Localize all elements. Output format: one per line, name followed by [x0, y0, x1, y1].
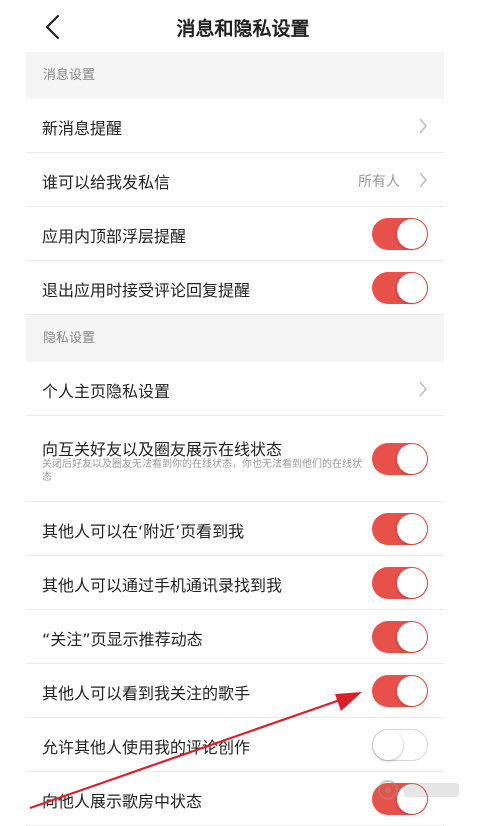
settings-list: 消息设置 新消息提醒 谁可以给我发私信 所有人 应用内顶部浮层提醒 退出应用时接…	[26, 52, 444, 826]
setting-profile-privacy[interactable]: 个人主页隐私设置	[26, 362, 444, 416]
toggle-knob	[397, 676, 427, 706]
setting-label: 应用内顶部浮层提醒	[42, 227, 187, 246]
toggle-switch[interactable]	[372, 513, 428, 545]
toggle-knob	[397, 219, 427, 249]
toggle-switch[interactable]	[372, 567, 428, 599]
section-header-privacy: 隐私设置	[26, 315, 444, 362]
setting-label: 其他人可以通过手机通讯录找到我	[42, 576, 283, 595]
toggle-knob	[373, 730, 403, 760]
setting-label: 个人主页隐私设置	[42, 382, 171, 401]
toggle-knob	[397, 273, 427, 303]
setting-label: 新消息提醒	[42, 119, 123, 138]
setting-label: 退出应用时接受评论回复提醒	[42, 281, 251, 300]
setting-private-message-permission[interactable]: 谁可以给我发私信 所有人	[26, 153, 444, 207]
section-header-messages: 消息设置	[26, 52, 444, 99]
toggle-switch[interactable]	[372, 218, 428, 250]
toggle-switch[interactable]	[372, 729, 428, 761]
setting-allow-comment-reuse: 允许其他人使用我的评论创作	[26, 718, 444, 772]
setting-show-followed-artists: 其他人可以看到我关注的歌手	[26, 664, 444, 718]
chevron-right-icon	[419, 381, 427, 397]
toggle-switch[interactable]	[372, 272, 428, 304]
toggle-knob	[397, 514, 427, 544]
setting-show-online-status: 向互关好友以及圈友展示在线状态 关闭后好友以及圈友无法看到你的在线状态，你也无法…	[26, 416, 444, 502]
setting-value: 所有人	[358, 174, 400, 190]
top-bar: 消息和隐私设置	[0, 0, 486, 52]
chevron-right-icon	[419, 118, 427, 134]
setting-label: 向他人展示歌房中状态	[42, 792, 203, 811]
setting-label: 向互关好友以及圈友展示在线状态	[42, 440, 283, 459]
toggle-knob	[397, 622, 427, 652]
toggle-switch[interactable]	[372, 621, 428, 653]
setting-label: 允许其他人使用我的评论创作	[42, 738, 251, 757]
chevron-right-icon	[419, 172, 427, 188]
setting-description: 关闭后好友以及圈友无法看到你的在线状态，你也无法看到他们的在线状态	[42, 459, 362, 483]
watermark-logo	[376, 775, 466, 805]
toggle-switch[interactable]	[372, 675, 428, 707]
setting-in-app-banner-alerts: 应用内顶部浮层提醒	[26, 207, 444, 261]
setting-label: 其他人可以在‘附近’页看到我	[42, 522, 245, 541]
setting-findable-by-contacts: 其他人可以通过手机通讯录找到我	[26, 556, 444, 610]
toggle-knob	[397, 568, 427, 598]
setting-label: “关注”页显示推荐动态	[42, 630, 203, 649]
setting-visible-in-nearby: 其他人可以在‘附近’页看到我	[26, 502, 444, 556]
setting-comment-reply-alerts-on-exit: 退出应用时接受评论回复提醒	[26, 261, 444, 315]
toggle-knob	[397, 444, 427, 474]
setting-label: 谁可以给我发私信	[42, 173, 171, 192]
setting-new-message-alerts[interactable]: 新消息提醒	[26, 99, 444, 153]
toggle-switch[interactable]	[372, 443, 428, 475]
page-title: 消息和隐私设置	[176, 18, 310, 40]
setting-label: 其他人可以看到我关注的歌手	[42, 684, 251, 703]
setting-show-recommended-in-follow: “关注”页显示推荐动态	[26, 610, 444, 664]
